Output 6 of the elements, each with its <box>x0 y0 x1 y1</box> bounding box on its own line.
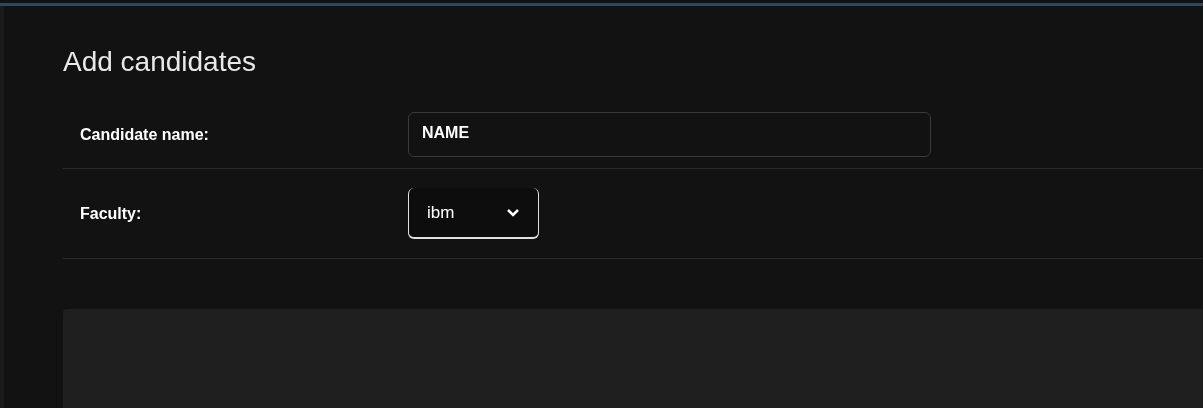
page-title: Add candidates <box>63 45 257 79</box>
field-label: Faculty: <box>79 203 143 224</box>
faculty-dropdown[interactable]: ibm <box>408 188 539 239</box>
chevron-down-icon <box>506 207 520 218</box>
name-input-field[interactable]: NAME <box>408 112 931 157</box>
field-label: Candidate name: <box>79 124 210 145</box>
